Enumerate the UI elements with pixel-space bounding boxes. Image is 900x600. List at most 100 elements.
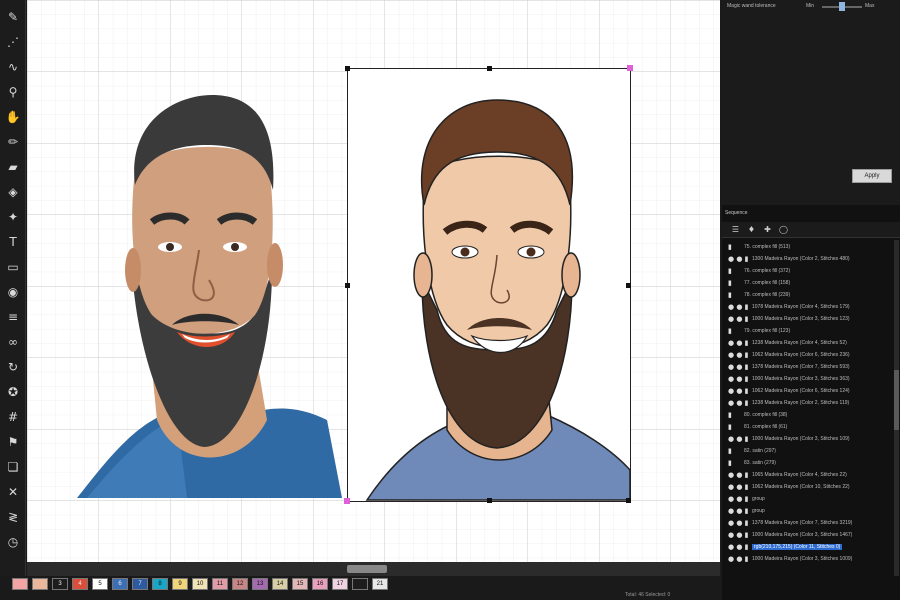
brush-icon[interactable]: ✏ xyxy=(3,133,23,151)
rotate-handle[interactable] xyxy=(627,65,633,71)
resize-handle[interactable] xyxy=(345,283,350,288)
visibility-lock-icon[interactable]: ● ● ▮ xyxy=(728,555,749,563)
flag-icon[interactable]: ⚑ xyxy=(3,433,23,451)
visibility-lock-icon[interactable]: ▮ xyxy=(728,423,732,431)
horizontal-scroll-thumb[interactable] xyxy=(347,565,387,573)
pin-icon[interactable]: ✚ xyxy=(762,224,773,235)
color-swatch[interactable]: 8 xyxy=(152,578,168,590)
visibility-lock-icon[interactable]: ● ● ▮ xyxy=(728,507,749,515)
sequence-row[interactable]: ▮ 78. complex fill (239) xyxy=(722,290,892,301)
hand-icon[interactable]: ✋ xyxy=(3,108,23,126)
visibility-lock-icon[interactable]: ● ● ▮ xyxy=(728,387,749,395)
visibility-lock-icon[interactable]: ● ● ▮ xyxy=(728,363,749,371)
sequence-row[interactable]: ▮ 82. satin (297) xyxy=(722,446,892,457)
color-swatch[interactable]: 14 xyxy=(272,578,288,590)
align-icon[interactable]: ≡ xyxy=(3,308,23,326)
cross-icon[interactable]: ✕ xyxy=(3,483,23,501)
visibility-lock-icon[interactable]: ▮ xyxy=(728,279,732,287)
pen-icon[interactable]: ✎ xyxy=(3,8,23,26)
zigzag-icon[interactable]: ≷ xyxy=(3,508,23,526)
visibility-lock-icon[interactable]: ● ● ▮ xyxy=(728,255,749,263)
visibility-lock-icon[interactable]: ▮ xyxy=(728,447,732,455)
color-swatch[interactable] xyxy=(32,578,48,590)
sequence-row[interactable]: ● ● ▮ 1000 Madeira Rayon (Color 3, Stitch… xyxy=(722,374,892,385)
grid-icon[interactable]: # xyxy=(3,408,23,426)
eraser-icon[interactable]: ▰ xyxy=(3,158,23,176)
text-icon[interactable]: T xyxy=(3,233,23,251)
visibility-lock-icon[interactable]: ▮ xyxy=(728,291,732,299)
shape-icon[interactable]: ▭ xyxy=(3,258,23,276)
list-view-icon[interactable]: ☰ xyxy=(730,224,741,235)
sequence-row[interactable]: ● ● ▮ 1238 Madeira Rayon (Color 2, Stitch… xyxy=(722,398,892,409)
sequence-row[interactable]: ● ● ▮ 1000 Madeira Rayon (Color 3, Stitch… xyxy=(722,554,892,565)
apply-button[interactable]: Apply xyxy=(852,169,892,183)
sequence-list[interactable]: ▮ 75. complex fill (513) ● ● ▮ 1300 Madeira… xyxy=(722,240,892,576)
sequence-row[interactable]: ● ● ▮ 1000 Madeira Rayon (Color 3, Stitch… xyxy=(722,434,892,445)
visibility-lock-icon[interactable]: ● ● ▮ xyxy=(728,399,749,407)
color-swatch[interactable]: 5 xyxy=(92,578,108,590)
visibility-lock-icon[interactable]: ▮ xyxy=(728,459,732,467)
tolerance-slider-thumb[interactable] xyxy=(839,2,845,11)
visibility-lock-icon[interactable]: ▮ xyxy=(728,327,732,335)
visibility-lock-icon[interactable]: ● ● ▮ xyxy=(728,303,749,311)
visibility-lock-icon[interactable]: ▮ xyxy=(728,411,732,419)
color-swatch[interactable]: 16 xyxy=(312,578,328,590)
circle-icon[interactable]: ◯ xyxy=(778,224,789,235)
sequence-row[interactable]: ● ● ▮ 1378 Madeira Rayon (Color 7, Stitch… xyxy=(722,518,892,529)
resize-handle[interactable] xyxy=(345,66,350,71)
wand-icon[interactable]: ✦ xyxy=(3,208,23,226)
selection-box[interactable] xyxy=(344,65,633,504)
sequence-row[interactable]: ▮ 77. complex fill (158) xyxy=(722,278,892,289)
link-icon[interactable]: ∞ xyxy=(3,333,23,351)
color-swatch[interactable] xyxy=(12,578,28,590)
visibility-lock-icon[interactable]: ● ● ▮ xyxy=(728,531,749,539)
sequence-row[interactable]: ▮ 76. complex fill (372) xyxy=(722,266,892,277)
rotate-icon[interactable]: ↻ xyxy=(3,358,23,376)
sequence-row[interactable]: ● ● ▮ 1062 Madeira Rayon (Color 6, Stitch… xyxy=(722,350,892,361)
visibility-lock-icon[interactable]: ● ● ▮ xyxy=(728,495,749,503)
design-canvas[interactable] xyxy=(27,0,720,562)
color-swatch[interactable]: 10 xyxy=(192,578,208,590)
curve-icon[interactable]: ∿ xyxy=(3,58,23,76)
sequence-row[interactable]: ● ● ▮ rgb(210,175,215) (Color 11, Stitche… xyxy=(722,542,892,553)
color-swatch[interactable]: 7 xyxy=(132,578,148,590)
color-swatch[interactable]: 15 xyxy=(292,578,308,590)
visibility-lock-icon[interactable]: ▮ xyxy=(728,243,732,251)
sequence-row[interactable]: ● ● ▮ 1065 Madeira Rayon (Color 4, Stitch… xyxy=(722,470,892,481)
sequence-row[interactable]: ● ● ▮ 1238 Madeira Rayon (Color 4, Stitch… xyxy=(722,338,892,349)
color-swatch[interactable]: 6 xyxy=(112,578,128,590)
clock-icon[interactable]: ◷ xyxy=(3,533,23,551)
resize-handle[interactable] xyxy=(487,66,492,71)
sequence-row[interactable]: ● ● ▮ 1000 Madeira Rayon (Color 3, Stitch… xyxy=(722,530,892,541)
color-swatch[interactable]: 13 xyxy=(252,578,268,590)
sequence-row[interactable]: ● ● ▮ 1300 Madeira Rayon (Color 2, Stitch… xyxy=(722,254,892,265)
color-swatch[interactable]: 17 xyxy=(332,578,348,590)
visibility-lock-icon[interactable]: ● ● ▮ xyxy=(728,543,749,551)
sequence-row[interactable]: ● ● ▮ group xyxy=(722,506,892,517)
color-swatch[interactable]: 12 xyxy=(232,578,248,590)
sequence-row[interactable]: ▮ 75. complex fill (513) xyxy=(722,242,892,253)
sequence-row[interactable]: ● ● ▮ 1000 Madeira Rayon (Color 3, Stitch… xyxy=(722,314,892,325)
color-swatch[interactable]: 21 xyxy=(372,578,388,590)
layers-icon[interactable]: ❏ xyxy=(3,458,23,476)
star-icon[interactable]: ✪ xyxy=(3,383,23,401)
sequence-row[interactable]: ▮ 79. complex fill (123) xyxy=(722,326,892,337)
sequence-row[interactable]: ● ● ▮ 1078 Madeira Rayon (Color 4, Stitch… xyxy=(722,302,892,313)
sequence-row[interactable]: ▮ 80. complex fill (38) xyxy=(722,410,892,421)
sequence-row[interactable]: ● ● ▮ 1062 Madeira Rayon (Color 6, Stitch… xyxy=(722,386,892,397)
color-swatch[interactable]: 9 xyxy=(172,578,188,590)
visibility-lock-icon[interactable]: ▮ xyxy=(728,267,732,275)
zoom-icon[interactable]: ⚲ xyxy=(3,83,23,101)
visibility-lock-icon[interactable]: ● ● ▮ xyxy=(728,519,749,527)
fill-icon[interactable]: ◈ xyxy=(3,183,23,201)
sequence-row[interactable]: ● ● ▮ group xyxy=(722,494,892,505)
sequence-row[interactable]: ● ● ▮ 1062 Madeira Rayon (Color 10, Stitc… xyxy=(722,482,892,493)
sequence-scroll-thumb[interactable] xyxy=(894,370,899,430)
color-swatch[interactable]: 11 xyxy=(212,578,228,590)
visibility-lock-icon[interactable]: ● ● ▮ xyxy=(728,315,749,323)
visibility-lock-icon[interactable]: ● ● ▮ xyxy=(728,471,749,479)
horizontal-scrollbar[interactable] xyxy=(27,562,720,576)
rotate-handle[interactable] xyxy=(344,498,350,504)
visibility-lock-icon[interactable]: ● ● ▮ xyxy=(728,351,749,359)
visibility-lock-icon[interactable]: ● ● ▮ xyxy=(728,483,749,491)
